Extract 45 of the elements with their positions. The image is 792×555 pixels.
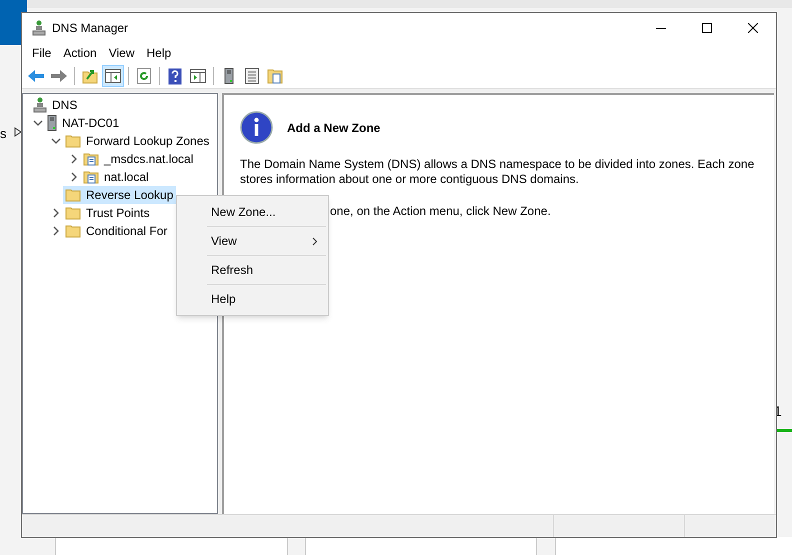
folder-icon bbox=[65, 188, 81, 202]
zone-folder-icon bbox=[83, 170, 99, 184]
server-icon bbox=[224, 68, 234, 84]
background-text: s bbox=[0, 125, 6, 143]
document-list-icon bbox=[245, 68, 259, 84]
panel-toggle-icon bbox=[105, 69, 121, 83]
menu-item[interactable]: Action bbox=[57, 43, 103, 63]
description-text: The Domain Name System (DNS) allows a DNS namespace to be divided into zones. Each zone stores information about one or more contiguous DNS domains. bbox=[240, 157, 756, 187]
folder-icon bbox=[65, 206, 81, 220]
tree-item[interactable]: NAT-DC01 bbox=[45, 114, 122, 132]
toolbar-button[interactable] bbox=[102, 65, 124, 87]
folder-up-icon bbox=[82, 68, 98, 84]
tree-item[interactable]: nat.local bbox=[81, 168, 152, 186]
maximize-icon bbox=[702, 22, 712, 32]
tree-item[interactable]: _msdcs.nat.local bbox=[81, 150, 196, 168]
window-title: DNS Manager bbox=[52, 20, 128, 36]
info-icon bbox=[240, 111, 273, 144]
tree-item[interactable]: DNS bbox=[31, 96, 80, 114]
network-icon bbox=[32, 20, 46, 36]
menu-item[interactable]: Help bbox=[140, 43, 178, 63]
close-icon bbox=[748, 22, 758, 32]
folder-icon bbox=[65, 134, 81, 148]
context-menu-item[interactable]: Refresh bbox=[177, 256, 328, 284]
folder-document-icon bbox=[267, 68, 283, 84]
network-icon bbox=[33, 97, 47, 113]
tree-item[interactable]: Forward Lookup Zones bbox=[63, 132, 212, 150]
menu-item[interactable]: View bbox=[102, 43, 140, 63]
tree-item[interactable]: Trust Points bbox=[63, 204, 153, 222]
folder-icon bbox=[65, 224, 81, 238]
back-arrow-icon bbox=[27, 69, 45, 83]
context-menu-item[interactable]: New Zone... bbox=[177, 198, 328, 226]
tree-item[interactable]: Conditional For bbox=[63, 222, 170, 240]
help-book-icon bbox=[168, 68, 182, 84]
menu-item[interactable]: File bbox=[26, 43, 58, 63]
description-text: one, on the Action menu, click New Zone. bbox=[330, 204, 551, 218]
action-pane-icon bbox=[190, 69, 206, 83]
forward-arrow-icon bbox=[50, 69, 68, 83]
context-menu-item[interactable]: Help bbox=[177, 285, 328, 313]
content-heading: Add a New Zone bbox=[287, 120, 380, 136]
triangle-icon bbox=[14, 127, 22, 137]
refresh-icon bbox=[137, 68, 151, 84]
tree-item[interactable]: Reverse Lookup bbox=[63, 186, 176, 204]
zone-folder-icon bbox=[83, 152, 99, 166]
server-icon bbox=[47, 115, 57, 131]
context-menu-item[interactable]: View bbox=[177, 227, 328, 255]
